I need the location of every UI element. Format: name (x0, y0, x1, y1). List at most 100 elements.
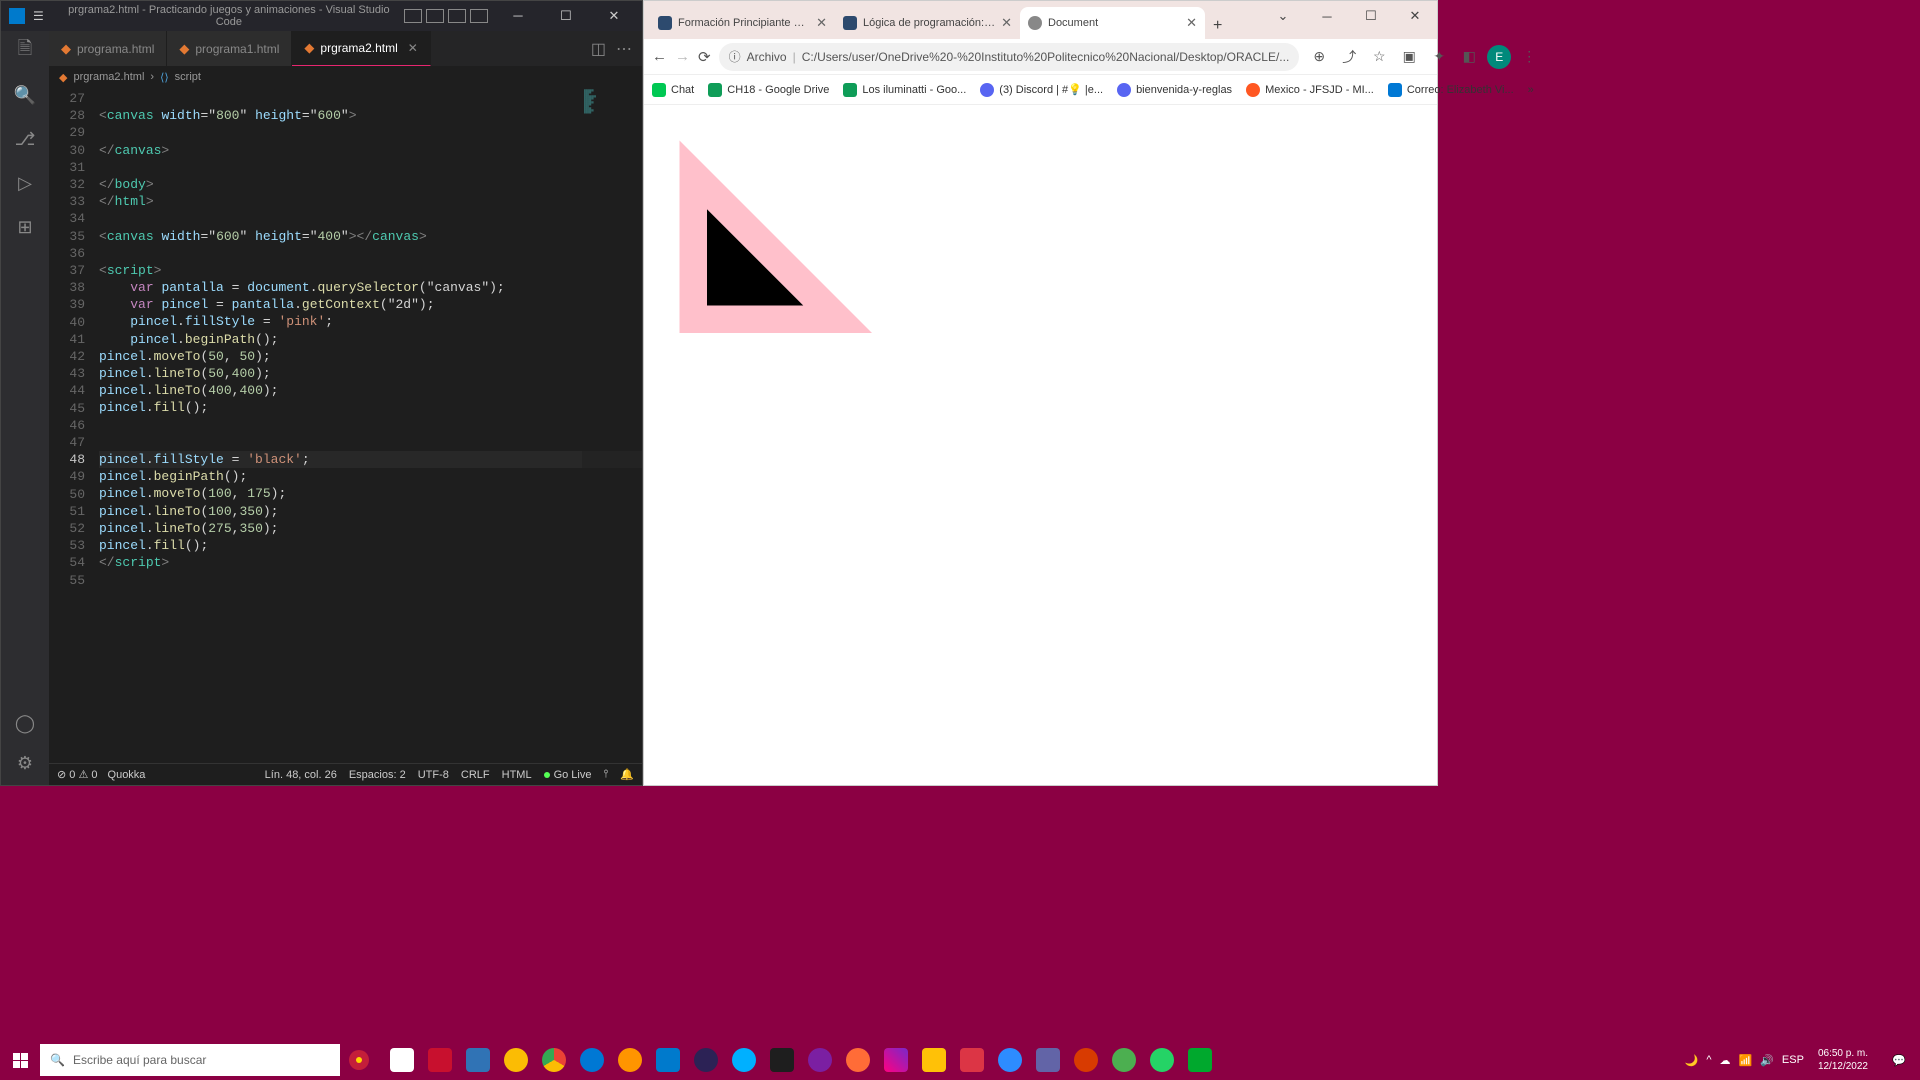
taskbar-app-evernote[interactable] (1182, 1040, 1218, 1080)
chrome-tab-formacion[interactable]: Formación Principiante en Progr ✕ (650, 7, 835, 39)
taskbar-app-firefox[interactable] (612, 1040, 648, 1080)
problems-indicator[interactable]: ⊘ 0 ⚠ 0 (57, 768, 98, 781)
layout-toggle-1[interactable] (404, 9, 422, 23)
minimap[interactable]: ████████████████████████████████████████… (582, 88, 642, 763)
minimize-button[interactable]: ─ (1305, 1, 1349, 31)
extension-icon[interactable]: ▣ (1397, 45, 1421, 69)
reload-button[interactable]: ⟳ (698, 43, 711, 71)
taskbar-app-autocad[interactable] (422, 1040, 458, 1080)
more-actions-icon[interactable]: ⋯ (616, 39, 632, 59)
source-control-icon[interactable]: ⎇ (13, 127, 37, 151)
account-icon[interactable]: ◯ (13, 711, 37, 735)
layout-toggle-4[interactable] (470, 9, 488, 23)
close-button[interactable]: ✕ (594, 8, 634, 24)
new-tab-button[interactable]: + (1205, 13, 1230, 39)
tab-programa1-html[interactable]: ◆ programa1.html (167, 31, 292, 66)
taskbar-app-whatsapp[interactable] (1144, 1040, 1180, 1080)
taskbar-app-office[interactable] (1068, 1040, 1104, 1080)
profile-avatar[interactable]: E (1487, 45, 1511, 69)
close-button[interactable]: ✕ (1393, 1, 1437, 31)
wifi-icon[interactable]: 📶 (1739, 1054, 1753, 1067)
tray-expand-icon[interactable]: ^ (1706, 1054, 1711, 1066)
task-view-button[interactable] (384, 1040, 420, 1080)
go-live-button[interactable]: Go Live (544, 769, 592, 781)
feedback-icon[interactable]: ⫯ (604, 768, 609, 781)
split-editor-icon[interactable]: ◫ (591, 39, 606, 59)
tab-close-icon[interactable]: ✕ (1186, 15, 1197, 31)
tab-prgrama2-html[interactable]: ◆ prgrama2.html ✕ (292, 31, 430, 66)
chrome-tab-logica[interactable]: Lógica de programación: Practic ✕ (835, 7, 1020, 39)
taskbar-app-chrome[interactable] (536, 1040, 572, 1080)
maximize-button[interactable]: ☐ (546, 8, 586, 24)
start-button[interactable] (0, 1040, 40, 1080)
side-panel-icon[interactable]: ◧ (1457, 45, 1481, 69)
language-indicator[interactable]: ESP (1782, 1054, 1804, 1066)
extensions-icon[interactable]: ⊞ (13, 215, 37, 239)
taskbar-app-teams[interactable] (1030, 1040, 1066, 1080)
taskbar-app-explorer[interactable] (916, 1040, 952, 1080)
outlook-icon (1388, 83, 1402, 97)
taskbar-app-acrobat[interactable] (954, 1040, 990, 1080)
app-menu-button[interactable]: ☰ (33, 9, 44, 23)
chrome-chevron-icon[interactable]: ⌄ (1261, 1, 1305, 31)
minimize-button[interactable]: ─ (498, 8, 538, 24)
maximize-button[interactable]: ☐ (1349, 1, 1393, 31)
tab-close-icon[interactable]: ✕ (1001, 15, 1012, 31)
taskbar-app-chrome-canary[interactable] (498, 1040, 534, 1080)
taskbar-app-revit[interactable] (460, 1040, 496, 1080)
bookmark-discord[interactable]: (3) Discord | #💡 |e... (980, 83, 1103, 97)
indentation[interactable]: Espacios: 2 (349, 769, 406, 781)
bookmark-star-icon[interactable]: ☆ (1367, 45, 1391, 69)
taskbar-clock[interactable]: 06:50 p. m. 12/12/2022 (1812, 1047, 1874, 1073)
notifications-icon[interactable]: 🔔 (620, 768, 634, 781)
menu-icon[interactable]: ⋮ (1517, 45, 1541, 69)
extensions-puzzle-icon[interactable]: ✦ (1427, 45, 1451, 69)
taskbar-app-unknown2[interactable] (878, 1040, 914, 1080)
code-content[interactable]: <canvas width="800" height="600"></canva… (99, 88, 642, 763)
back-button[interactable]: ← (652, 43, 667, 71)
taskbar-app-postman[interactable] (840, 1040, 876, 1080)
cursor-position[interactable]: Lín. 48, col. 26 (265, 769, 337, 781)
html-file-icon: ◆ (59, 71, 67, 84)
bookmark-mexico[interactable]: Mexico - JFSJD - MI... (1246, 83, 1374, 97)
language-mode[interactable]: HTML (502, 769, 532, 781)
search-icon[interactable]: 🔍 (13, 83, 37, 107)
action-center-button[interactable]: 💬 (1882, 1040, 1916, 1080)
taskbar-app-unknown1[interactable] (802, 1040, 838, 1080)
tab-close-icon[interactable]: ✕ (408, 41, 418, 55)
taskbar-app-figma[interactable] (764, 1040, 800, 1080)
taskbar-app-zoom[interactable] (992, 1040, 1028, 1080)
encoding[interactable]: UTF-8 (418, 769, 449, 781)
bookmark-correo[interactable]: Correo: Elizabeth Vi... (1388, 83, 1514, 97)
bookmark-iluminatti[interactable]: Los iluminatti - Goo... (843, 83, 966, 97)
code-editor[interactable]: 2728293031323334353637383940414243444546… (49, 88, 642, 763)
translate-icon[interactable]: ⊕ (1307, 45, 1331, 69)
weather-icon[interactable]: 🌙 (1685, 1054, 1699, 1067)
bookmarks-overflow[interactable]: » (1528, 84, 1534, 96)
taskbar-app-unknown3[interactable] (1106, 1040, 1142, 1080)
taskbar-app-eclipse[interactable] (688, 1040, 724, 1080)
eol[interactable]: CRLF (461, 769, 490, 781)
settings-gear-icon[interactable]: ⚙ (13, 751, 37, 775)
quokka-status[interactable]: Quokka (108, 769, 146, 781)
taskbar-app-vscode[interactable] (650, 1040, 686, 1080)
explorer-icon[interactable]: 🗎 (13, 39, 37, 63)
bookmark-chat[interactable]: Chat (652, 83, 694, 97)
layout-toggle-3[interactable] (448, 9, 466, 23)
chrome-tab-document[interactable]: Document ✕ (1020, 7, 1205, 39)
layout-toggle-2[interactable] (426, 9, 444, 23)
onedrive-icon[interactable]: ☁ (1720, 1054, 1731, 1067)
volume-icon[interactable]: 🔊 (1760, 1054, 1774, 1067)
bookmark-bienvenida[interactable]: bienvenida-y-reglas (1117, 83, 1232, 97)
bookmark-ch18[interactable]: CH18 - Google Drive (708, 83, 829, 97)
address-bar[interactable]: ⓘ Archivo | C:/Users/user/OneDrive%20-%2… (719, 43, 1300, 71)
forward-button[interactable]: → (675, 43, 690, 71)
tab-close-icon[interactable]: ✕ (816, 15, 827, 31)
taskbar-app-antivirus[interactable] (726, 1040, 762, 1080)
share-icon[interactable]: ⤴ (1337, 45, 1361, 69)
taskbar-app-edge[interactable] (574, 1040, 610, 1080)
taskbar-search[interactable]: 🔍 Escribe aquí para buscar (40, 1044, 340, 1076)
breadcrumb[interactable]: ◆ prgrama2.html › ⟨⟩ script (49, 66, 642, 88)
tab-programa-html[interactable]: ◆ programa.html (49, 31, 167, 66)
run-debug-icon[interactable]: ▷ (13, 171, 37, 195)
